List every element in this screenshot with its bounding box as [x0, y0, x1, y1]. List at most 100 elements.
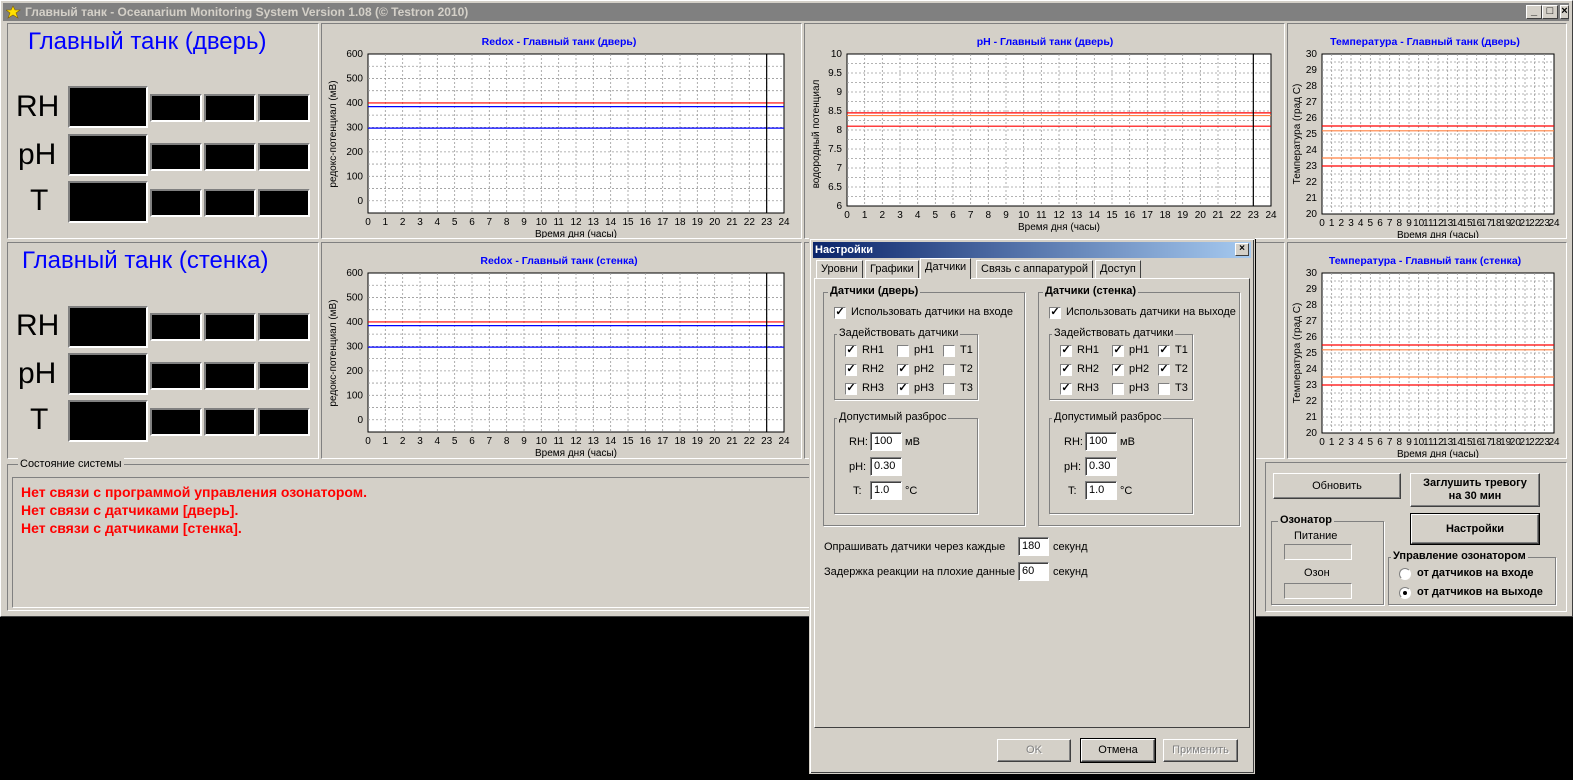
ph-tolerance-input[interactable]: 0.30 — [870, 457, 902, 476]
sensor-label-t2[interactable]: T2 — [1175, 363, 1188, 375]
sensor-checkbox-t1[interactable]: ✓ — [1158, 345, 1170, 357]
sensor-checkbox-rh2[interactable]: ✓ — [845, 364, 857, 376]
sensor-label-rh2[interactable]: RH2 — [862, 363, 884, 375]
y-tick-label: 26 — [1306, 332, 1318, 343]
rh-tolerance-input[interactable]: 100 — [1085, 432, 1117, 451]
sensor-group-door: Датчики (дверь) ✓ Использовать датчики н… — [823, 285, 1025, 526]
y-tick-label: 26 — [1306, 113, 1318, 124]
sensor-label-t3[interactable]: T3 — [960, 382, 973, 394]
sensor-checkbox-ph2[interactable]: ✓ — [897, 364, 909, 376]
poll-interval-input[interactable]: 180 — [1018, 537, 1049, 556]
poll-interval-unit: секунд — [1053, 541, 1088, 553]
sensor-label-ph3[interactable]: pH3 — [1129, 382, 1149, 394]
silence-alarm-button[interactable]: Заглушить тревогу на 30 мин — [1410, 473, 1540, 507]
radio-input-sensors[interactable] — [1399, 568, 1411, 580]
temp-door-chart: 20212223242526272829300 1 2 3 4 5 6 7 8 9 10111213… — [1292, 36, 1560, 241]
x-tick-label: 21 — [1212, 210, 1224, 221]
reaction-delay-input[interactable]: 60 — [1018, 562, 1049, 581]
sensor-checkbox-t3[interactable] — [943, 383, 955, 395]
sensor-label-t1[interactable]: T1 — [960, 344, 973, 356]
settings-button[interactable]: Настройки — [1410, 513, 1540, 545]
t-tolerance-input[interactable]: 1.0 — [870, 481, 902, 500]
sensor-label-t3[interactable]: T3 — [1175, 382, 1188, 394]
y-tick-label: 0 — [357, 415, 363, 426]
rh-unit: мВ — [1120, 436, 1135, 448]
x-tick-label: 22 — [744, 436, 756, 447]
sensor-checkbox-ph2[interactable]: ✓ — [1112, 364, 1124, 376]
use-input-sensors-checkbox[interactable]: ✓ — [834, 307, 846, 319]
rh-tolerance-input[interactable]: 100 — [870, 432, 902, 451]
tab-levels[interactable]: Уровни — [816, 260, 863, 278]
sensor-checkbox-rh1[interactable]: ✓ — [1060, 345, 1072, 357]
x-tick-label: 5 — [452, 436, 458, 447]
sensor-checkbox-ph3[interactable]: ✓ — [897, 383, 909, 395]
dialog-close-icon[interactable]: × — [1235, 243, 1249, 256]
sensor-label-rh3[interactable]: RH3 — [862, 382, 884, 394]
sensor-checkbox-rh2[interactable]: ✓ — [1060, 364, 1072, 376]
tank-panel-door: Главный танк (дверь) RH pH T — [7, 23, 319, 239]
enable-sensors-label: Задействовать датчики — [837, 327, 961, 339]
t-tolerance-input[interactable]: 1.0 — [1085, 481, 1117, 500]
ph-sensor-display — [150, 362, 202, 390]
status-message: Нет связи с программой управления озонат… — [21, 484, 368, 500]
radio-output-sensors-label[interactable]: от датчиков на выходе — [1417, 586, 1543, 598]
sensors-tab-page: Датчики (дверь) ✓ Использовать датчики н… — [814, 278, 1250, 728]
use-output-sensors-label[interactable]: Использовать датчики на выходе — [1066, 306, 1236, 318]
sensor-label-t1[interactable]: T1 — [1175, 344, 1188, 356]
tab-sensors[interactable]: Датчики — [920, 258, 972, 279]
ph-tolerance-input[interactable]: 0.30 — [1085, 457, 1117, 476]
x-tick-label: 0 — [1319, 218, 1325, 229]
refresh-button[interactable]: Обновить — [1273, 473, 1401, 499]
sensor-label-rh1[interactable]: RH1 — [862, 344, 884, 356]
x-tick-label: 7 — [487, 217, 493, 228]
sensor-checkbox-rh1[interactable]: ✓ — [845, 345, 857, 357]
x-tick-label: 21 — [726, 217, 738, 228]
sensor-checkbox-rh3[interactable]: ✓ — [845, 383, 857, 395]
sensor-checkbox-ph1[interactable]: ✓ — [1112, 345, 1124, 357]
sensor-label-rh2[interactable]: RH2 — [1077, 363, 1099, 375]
y-tick-label: 8.5 — [828, 106, 842, 117]
sensor-label-t2[interactable]: T2 — [960, 363, 973, 375]
ph-sensor-display — [258, 143, 310, 171]
sensor-checkbox-rh3[interactable]: ✓ — [1060, 383, 1072, 395]
sensor-checkbox-t3[interactable] — [1158, 383, 1170, 395]
settings-dialog-title-bar[interactable]: Настройки × — [813, 242, 1251, 258]
sensor-label-ph3[interactable]: pH3 — [914, 382, 934, 394]
tab-graphs[interactable]: Графики — [865, 260, 919, 278]
close-button[interactable]: × — [1560, 5, 1569, 19]
ok-button[interactable]: OK — [997, 739, 1071, 762]
tab-connection[interactable]: Связь с аппаратурой — [976, 260, 1094, 278]
sensor-label-ph2[interactable]: pH2 — [914, 363, 934, 375]
x-tick-label: 9 — [1003, 210, 1009, 221]
use-output-sensors-checkbox[interactable]: ✓ — [1049, 307, 1061, 319]
sensor-label-rh1[interactable]: RH1 — [1077, 344, 1099, 356]
poll-interval-label: Опрашивать датчики через каждые — [824, 541, 1006, 553]
sensor-checkbox-t1[interactable] — [943, 345, 955, 357]
radio-output-sensors[interactable] — [1399, 587, 1411, 599]
cancel-button[interactable]: Отмена — [1080, 738, 1156, 763]
sensor-checkbox-t2[interactable]: ✓ — [1158, 364, 1170, 376]
sensor-checkbox-ph3[interactable] — [1112, 383, 1124, 395]
plot-area — [367, 53, 785, 214]
rh-sensor-display — [258, 313, 310, 341]
maximize-button[interactable]: □ — [1542, 5, 1558, 19]
title-bar[interactable]: Главный танк - Oceanarium Monitoring Sys… — [3, 3, 1569, 21]
sensor-label-rh3[interactable]: RH3 — [1077, 382, 1099, 394]
sensor-label-ph2[interactable]: pH2 — [1129, 363, 1149, 375]
sensor-checkbox-t2[interactable] — [943, 364, 955, 376]
x-tick-label: 6 — [950, 210, 956, 221]
sensor-checkbox-ph1[interactable] — [897, 345, 909, 357]
tank-panel-wall: Главный танк (стенка) RH pH T — [7, 242, 319, 459]
radio-input-sensors-label[interactable]: от датчиков на входе — [1417, 567, 1534, 579]
rh-tolerance-label: RH: — [1064, 436, 1083, 448]
sensor-label-ph1[interactable]: pH1 — [914, 344, 934, 356]
ph-sensor-display — [204, 143, 256, 171]
use-input-sensors-label[interactable]: Использовать датчики на входе — [851, 306, 1013, 318]
status-message-list[interactable]: Нет связи с программой управления озонат… — [12, 477, 810, 608]
tab-access[interactable]: Доступ — [1095, 260, 1141, 278]
y-tick-label: 100 — [346, 171, 363, 182]
apply-button[interactable]: Применить — [1163, 739, 1238, 762]
x-tick-label: 13 — [588, 436, 600, 447]
sensor-label-ph1[interactable]: pH1 — [1129, 344, 1149, 356]
minimize-button[interactable]: _ — [1526, 5, 1542, 19]
